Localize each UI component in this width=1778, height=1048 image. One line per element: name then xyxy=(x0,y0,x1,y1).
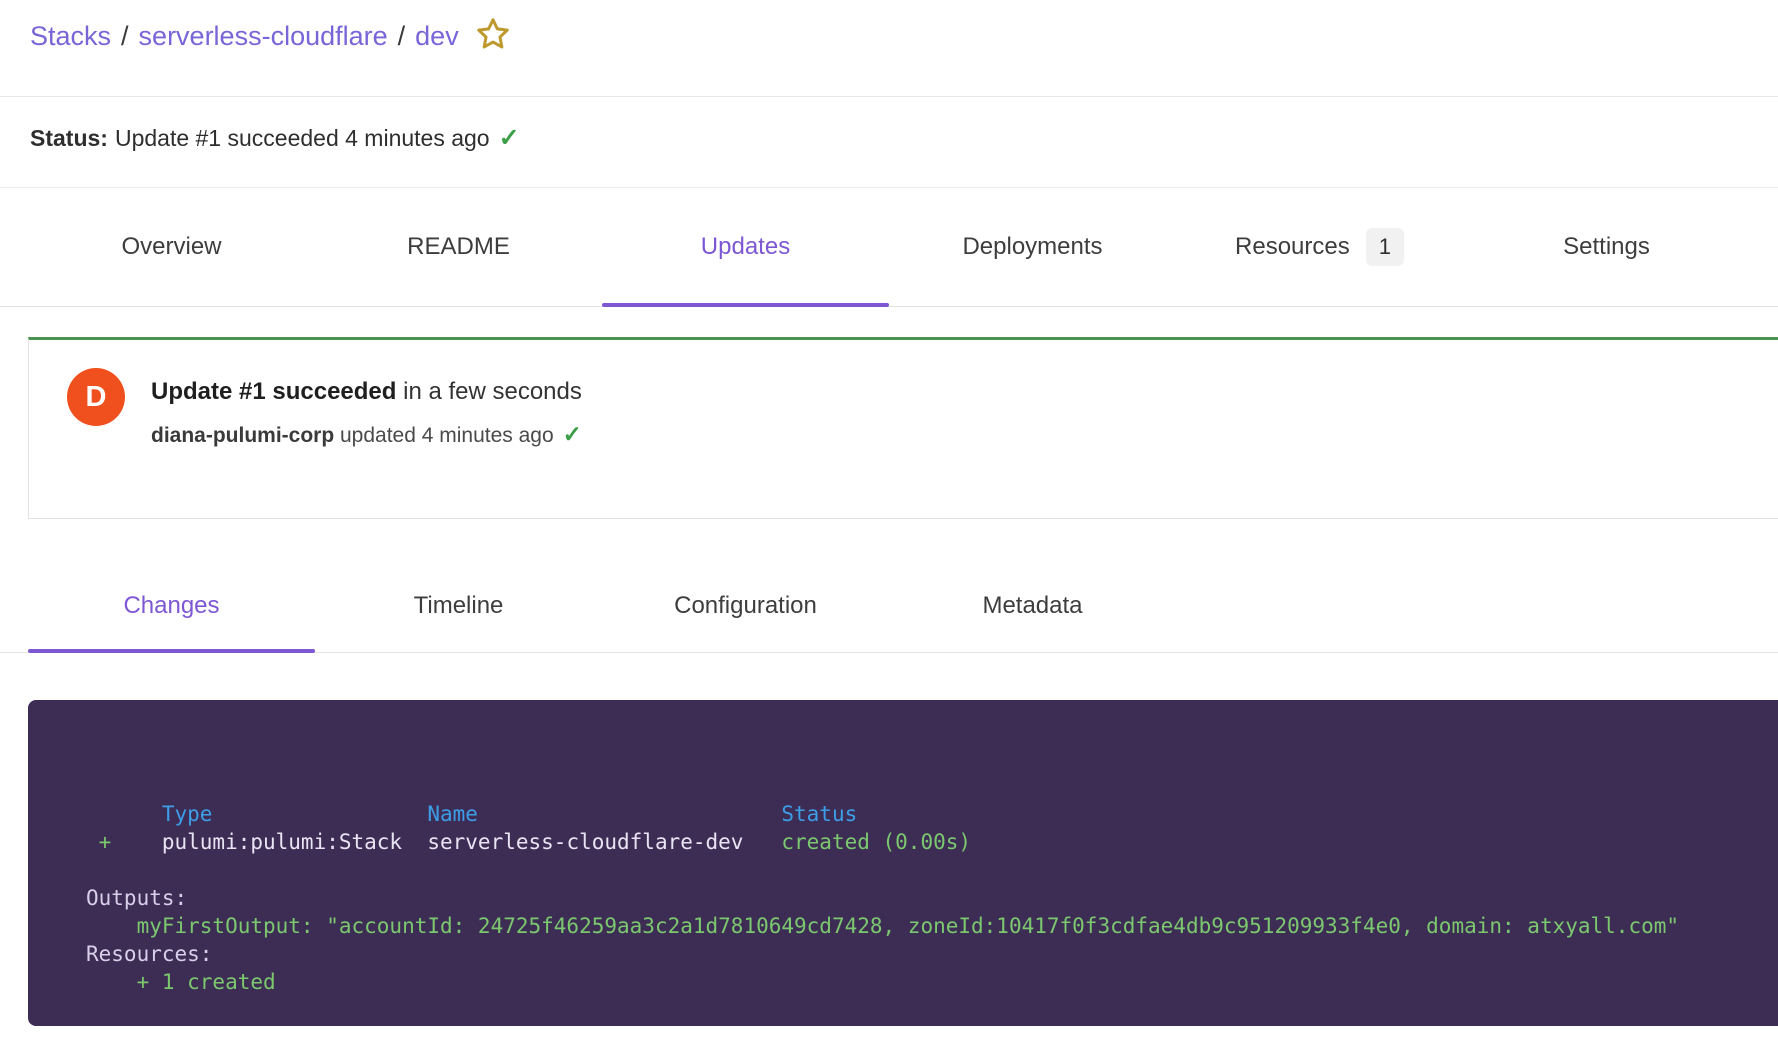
terminal-text: Resources: xyxy=(86,942,212,966)
breadcrumb-separator: / xyxy=(121,21,129,51)
resources-count-badge: 1 xyxy=(1366,228,1404,266)
subtab-label: Changes xyxy=(123,592,219,620)
subtab-timeline[interactable]: Timeline xyxy=(315,560,602,652)
terminal-text: created (0.00s) xyxy=(781,830,971,854)
breadcrumb-link-stack[interactable]: dev xyxy=(415,21,459,51)
breadcrumb-separator: / xyxy=(398,21,406,51)
terminal-text: Outputs: xyxy=(86,886,187,910)
stack-tabs: Overview README Updates Deployments Reso… xyxy=(0,188,1778,307)
breadcrumb: Stacks / serverless-cloudflare / dev xyxy=(0,0,1778,97)
success-check-icon: ✓ xyxy=(499,124,520,152)
success-check-icon: ✓ xyxy=(563,421,582,447)
terminal-outputs-row: Outputs: xyxy=(86,884,1758,912)
tab-label: README xyxy=(407,233,510,261)
tab-label: Deployments xyxy=(962,233,1102,261)
tab-updates[interactable]: Updates xyxy=(602,188,889,306)
tab-label: Settings xyxy=(1563,233,1650,261)
tab-label: Overview xyxy=(121,233,221,261)
terminal-blank-row xyxy=(86,856,1758,884)
tab-readme[interactable]: README xyxy=(315,188,602,306)
terminal-header-row: Type Name Status xyxy=(86,800,1758,828)
update-author: diana-pulumi-corp xyxy=(151,424,334,447)
terminal-text: pulumi:pulumi:Stack serverless-cloudflar… xyxy=(162,830,782,854)
subtab-label: Configuration xyxy=(674,592,817,620)
terminal-resources-row: Resources: xyxy=(86,940,1758,968)
breadcrumb-link-project[interactable]: serverless-cloudflare xyxy=(139,21,388,51)
terminal-text: myFirstOutput: "accountId: 24725f46259aa… xyxy=(86,914,1679,938)
subtab-changes[interactable]: Changes xyxy=(28,560,315,652)
status-label: Status: xyxy=(30,125,108,151)
tab-label: Updates xyxy=(701,233,790,261)
terminal-text: + 1 created xyxy=(86,970,276,994)
star-icon[interactable] xyxy=(475,16,511,57)
subtab-configuration[interactable]: Configuration xyxy=(602,560,889,652)
terminal-output: Type Name Status + pulumi:pulumi:Stack s… xyxy=(28,700,1778,1026)
update-meta-rest: updated 4 minutes ago xyxy=(334,424,554,447)
tab-resources[interactable]: Resources 1 xyxy=(1176,188,1463,306)
terminal-text: Type Name Status xyxy=(86,802,857,826)
update-detail-tabs: Changes Timeline Configuration Metadata xyxy=(0,560,1778,653)
avatar: D xyxy=(67,368,125,426)
update-title-strong: Update #1 succeeded xyxy=(151,378,396,405)
tab-settings[interactable]: Settings xyxy=(1463,188,1750,306)
update-meta: diana-pulumi-corp updated 4 minutes ago ✓ xyxy=(151,421,582,449)
subtab-label: Timeline xyxy=(414,592,504,620)
update-title: Update #1 succeeded in a few seconds xyxy=(151,377,582,407)
update-title-rest: in a few seconds xyxy=(396,378,581,405)
subtab-label: Metadata xyxy=(982,592,1082,620)
terminal-created-row: + 1 created xyxy=(86,968,1758,996)
terminal-output-value-row: myFirstOutput: "accountId: 24725f46259aa… xyxy=(86,912,1758,940)
tab-overview[interactable]: Overview xyxy=(28,188,315,306)
status-text: Update #1 succeeded 4 minutes ago xyxy=(115,125,490,151)
tab-deployments[interactable]: Deployments xyxy=(889,188,1176,306)
terminal-resource-row: + pulumi:pulumi:Stack serverless-cloudfl… xyxy=(86,828,1758,856)
tab-label: Resources xyxy=(1235,233,1350,261)
update-summary-card: D Update #1 succeeded in a few seconds d… xyxy=(28,337,1778,519)
subtab-metadata[interactable]: Metadata xyxy=(889,560,1176,652)
terminal-text: + xyxy=(86,830,162,854)
status-bar: Status: Update #1 succeeded 4 minutes ago… xyxy=(0,97,1778,188)
breadcrumb-link-stacks[interactable]: Stacks xyxy=(30,21,111,51)
